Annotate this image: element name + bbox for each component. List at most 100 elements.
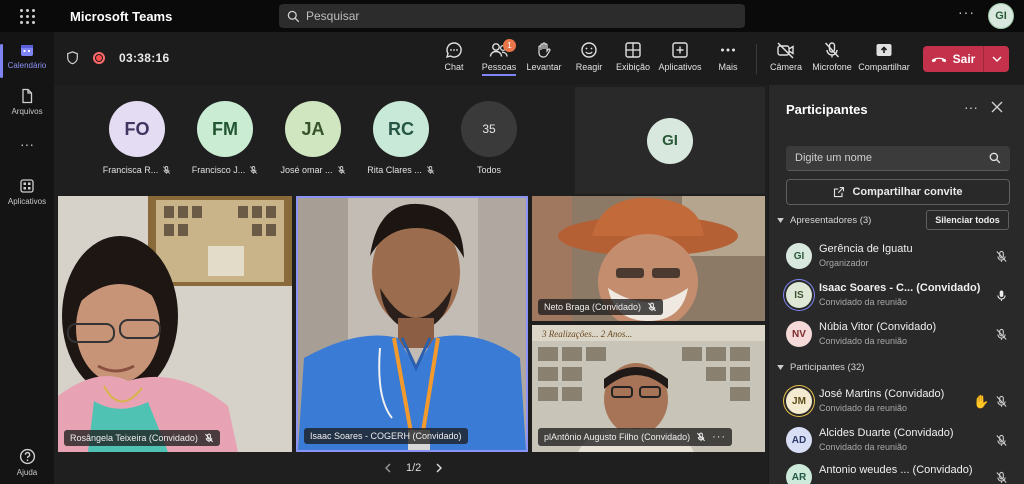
participant-row[interactable]: NV Núbia Vitor (Convidado) Convidado da … [786, 318, 1014, 352]
react-icon [581, 42, 597, 58]
user-avatar[interactable]: GI [988, 3, 1014, 29]
mic-on-icon[interactable] [995, 289, 1008, 302]
participant-avatar: FM [197, 101, 253, 157]
title-bar: Microsoft Teams Pesquisar ··· GI [0, 0, 1024, 32]
chat-button[interactable]: Chat [429, 41, 479, 72]
tile-more-icon[interactable]: ··· [712, 431, 726, 443]
share-button[interactable]: Compartilhar [858, 41, 910, 72]
chevron-down-icon [777, 365, 784, 370]
mic-off-icon[interactable] [995, 395, 1008, 408]
participant-role: Convidado da reunião [819, 336, 908, 346]
mic-off-icon [337, 166, 345, 174]
chevron-right-icon[interactable] [435, 463, 443, 473]
share-icon [834, 186, 845, 198]
mic-off-icon[interactable] [995, 328, 1008, 341]
self-video-tile[interactable]: GI [575, 87, 765, 194]
page-indicator: 1/2 [406, 462, 422, 474]
meeting-stage: FO Francisca R... FM Francisco J... JA J… [54, 85, 768, 484]
microphone-button[interactable]: Microfone [807, 41, 857, 72]
rail-label-apps: Aplicativos [7, 197, 47, 206]
gallery-participant[interactable]: JA José omar ... [273, 101, 353, 175]
panel-more-icon[interactable]: ··· [964, 99, 978, 115]
participant-avatar: RC [373, 101, 429, 157]
search-box[interactable]: Pesquisar [279, 4, 745, 28]
settings-more-icon[interactable]: ··· [958, 4, 975, 20]
mic-off-icon [163, 166, 171, 174]
more-icon [721, 48, 735, 52]
mic-off-icon [648, 302, 657, 312]
rail-more-icon[interactable]: ··· [0, 136, 54, 152]
participant-video [58, 196, 292, 452]
gallery-participant[interactable]: FO Francisca R... [97, 101, 177, 175]
self-avatar: GI [647, 117, 693, 164]
participants-section-header[interactable]: Participantes (32) [777, 362, 864, 373]
video-tile-active-speaker[interactable]: Isaac Soares - COGERH (Convidado) [296, 196, 528, 452]
participant-role: Convidado da reunião [819, 442, 908, 452]
overflow-count: 35 [461, 101, 517, 157]
rail-label-help: Ajuda [16, 468, 38, 477]
participant-avatar: JA [285, 101, 341, 157]
participant-role: Convidado da reunião [819, 403, 908, 413]
rail-item-files[interactable]: Arquivos [0, 88, 54, 116]
avatar: IS [786, 282, 812, 308]
participant-video [298, 198, 526, 450]
close-icon[interactable] [991, 101, 1003, 113]
view-all-participants[interactable]: 35 Todos [449, 101, 529, 175]
video-tile[interactable]: Rosângela Teixeira (Convidado) [58, 196, 292, 452]
participant-row[interactable]: GI Gerência de Iguatu Organizador [786, 240, 1014, 274]
mic-off-icon [204, 433, 213, 443]
camera-button[interactable]: Câmera [761, 41, 811, 72]
leave-options-chevron-down-icon[interactable] [984, 56, 1009, 62]
participant-row[interactable]: AR Antonio weudes ... (Convidado) [786, 461, 1014, 484]
participant-row[interactable]: AD Alcides Duarte (Convidado) Convidado … [786, 424, 1014, 458]
shield-icon[interactable] [66, 51, 79, 65]
more-actions-button[interactable]: Mais [703, 41, 753, 72]
rail-item-apps[interactable]: Aplicativos [0, 178, 54, 206]
calendar-icon [21, 45, 33, 56]
help-icon [19, 448, 35, 465]
mic-off-icon[interactable] [995, 434, 1008, 447]
avatar: AD [786, 427, 812, 453]
share-invite-button[interactable]: Compartilhar convite [786, 179, 1010, 205]
participant-search-input[interactable] [786, 146, 1010, 171]
video-name-label: Rosângela Teixeira (Convidado) [64, 430, 220, 446]
rail-label-files: Arquivos [11, 107, 43, 116]
leave-label: Sair [952, 52, 976, 66]
meeting-status: 03:38:16 [66, 51, 169, 65]
leave-button[interactable]: Sair [923, 46, 1009, 72]
participant-row[interactable]: IS Isaac Soares - C... (Convidado) Convi… [786, 279, 1014, 313]
participant-row[interactable]: JM José Martins (Convidado) Convidado da… [786, 385, 1014, 419]
mute-all-button[interactable]: Silenciar todos [926, 210, 1009, 230]
mic-off-icon [250, 166, 258, 174]
camera-off-icon [777, 42, 794, 59]
video-tile[interactable]: 3 Realizações... 2 Anos... plAntônio Aug… [532, 325, 765, 452]
gallery-participant[interactable]: FM Francisco J... [185, 101, 265, 175]
presenters-section-header[interactable]: Apresentadores (3) [777, 215, 871, 226]
participant-name: Antonio weudes ... (Convidado) [819, 464, 973, 476]
gallery-participant[interactable]: RC Rita Clares ... [361, 101, 441, 175]
rail-item-help[interactable]: Ajuda [0, 448, 54, 477]
chevron-left-icon[interactable] [384, 463, 392, 473]
participant-role: Convidado da reunião [819, 297, 908, 307]
mic-off-icon[interactable] [995, 471, 1008, 484]
view-icon [625, 42, 641, 58]
meeting-timer: 03:38:16 [119, 51, 170, 65]
mic-off-icon [824, 42, 840, 58]
react-button[interactable]: Reagir [564, 41, 614, 72]
mic-off-icon[interactable] [995, 250, 1008, 263]
rail-label-calendar: Calendário [7, 61, 47, 70]
people-count-badge: 1 [503, 39, 516, 52]
raise-hand-icon [538, 42, 551, 58]
chat-icon [445, 42, 462, 59]
app-launcher-icon[interactable] [0, 0, 54, 32]
rail-item-calendar[interactable]: Calendário [0, 42, 54, 78]
participant-name: Alcides Duarte (Convidado) [819, 427, 954, 439]
raised-hand-icon: ✋ [973, 394, 990, 409]
raise-hand-button[interactable]: Levantar [519, 41, 569, 72]
mic-off-icon [697, 432, 706, 442]
apps-add-button[interactable]: Aplicativos [655, 41, 705, 72]
view-button[interactable]: Exibição [608, 41, 658, 72]
video-tile[interactable]: Neto Braga (Convidado) [532, 196, 765, 321]
video-name-label: plAntônio Augusto Filho (Convidado) ··· [538, 428, 733, 446]
people-button[interactable]: 1 Pessoas [474, 39, 524, 76]
